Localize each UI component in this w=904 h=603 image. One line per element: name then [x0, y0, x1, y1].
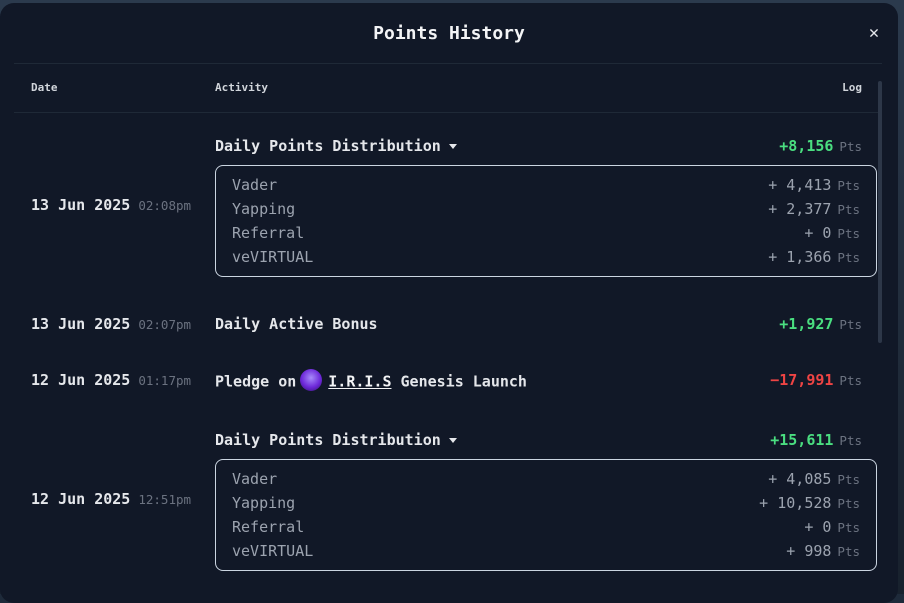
breakdown-value: + 1,366 Pts: [768, 248, 860, 266]
activity-label: Daily Points Distribution: [215, 137, 441, 155]
breakdown-item: Referral + 0 Pts: [232, 518, 860, 542]
breakdown-label: Vader: [232, 176, 278, 194]
unit-label: Pts: [839, 317, 862, 332]
breakdown-item: Yapping + 10,528 Pts: [232, 494, 860, 518]
breakdown-amount: + 4,085: [768, 470, 832, 488]
unit-label: Pts: [837, 544, 860, 559]
breakdown-item: Vader + 4,085 Pts: [232, 470, 860, 494]
breakdown-amount: + 998: [786, 542, 832, 560]
points-breakdown: Vader + 4,413 Pts Yapping + 2,377 Pts Refe…: [215, 165, 877, 277]
time-text: 01:17pm: [138, 373, 192, 388]
breakdown-value: + 0 Pts: [804, 518, 860, 536]
date-text: 13 Jun 2025: [31, 196, 131, 214]
log-value: +15,611 Pts: [770, 431, 862, 449]
modal-title: Points History: [373, 23, 525, 44]
activity-label: Pledge on I.R.I.S Genesis Launch: [215, 369, 527, 393]
breakdown-label: Vader: [232, 470, 278, 488]
points-history-modal: Points History ✕ Date Activity Log Daily…: [0, 3, 898, 603]
breakdown-amount: + 2,377: [768, 200, 832, 218]
points-breakdown: Vader + 4,085 Pts Yapping + 10,528 Pts Ref…: [215, 459, 877, 571]
unit-label: Pts: [837, 226, 860, 241]
breakdown-item: Vader + 4,413 Pts: [232, 176, 860, 200]
breakdown-amount: + 0: [804, 518, 832, 536]
breakdown-value: + 4,085 Pts: [768, 470, 860, 488]
log-value: +8,156 Pts: [779, 137, 862, 155]
iris-agent-icon: [300, 369, 323, 391]
breakdown-label: Referral: [232, 518, 305, 536]
breakdown-value: + 4,413 Pts: [768, 176, 860, 194]
breakdown-label: Yapping: [232, 200, 296, 218]
breakdown-item: veVIRTUAL + 998 Pts: [232, 542, 860, 566]
breakdown-item: veVIRTUAL + 1,366 Pts: [232, 248, 860, 272]
breakdown-item: Yapping + 2,377 Pts: [232, 200, 860, 224]
log-value: −17,991 Pts: [770, 371, 862, 389]
time-text: 12:51pm: [138, 492, 192, 507]
activity-dropdown[interactable]: Daily Points Distribution: [215, 137, 457, 155]
breakdown-amount: + 0: [804, 224, 832, 242]
breakdown-value: + 0 Pts: [804, 224, 860, 242]
agent-link[interactable]: I.R.I.S: [328, 373, 391, 391]
date-text: 12 Jun 2025: [31, 371, 131, 389]
close-icon[interactable]: ✕: [862, 21, 886, 45]
column-header-activity: Activity: [215, 81, 268, 94]
log-value: +1,927 Pts: [779, 315, 862, 333]
log-amount: +15,611: [770, 431, 834, 449]
entry-date: 13 Jun 2025 02:08pm: [31, 196, 191, 214]
breakdown-label: veVIRTUAL: [232, 542, 314, 560]
breakdown-amount: + 4,413: [768, 176, 832, 194]
unit-label: Pts: [837, 250, 860, 265]
entry-date: 13 Jun 2025 02:07pm: [31, 315, 191, 333]
breakdown-label: Referral: [232, 224, 305, 242]
breakdown-amount: + 10,528: [759, 494, 832, 512]
divider: [14, 63, 882, 64]
unit-label: Pts: [839, 433, 862, 448]
date-text: 12 Jun 2025: [31, 490, 131, 508]
log-amount: +1,927: [779, 315, 834, 333]
breakdown-value: + 998 Pts: [786, 542, 860, 560]
log-amount: +8,156: [779, 137, 834, 155]
activity-dropdown[interactable]: Daily Points Distribution: [215, 431, 457, 449]
breakdown-value: + 2,377 Pts: [768, 200, 860, 218]
unit-label: Pts: [837, 472, 860, 487]
log-amount: −17,991: [770, 371, 834, 389]
column-header-log: Log: [842, 81, 862, 94]
caret-down-icon: [448, 144, 457, 149]
entry-date: 12 Jun 2025 12:51pm: [31, 490, 191, 508]
unit-label: Pts: [837, 202, 860, 217]
activity-label: Daily Active Bonus: [215, 315, 378, 333]
date-text: 13 Jun 2025: [31, 315, 131, 333]
time-text: 02:07pm: [138, 317, 192, 332]
activity-label: Daily Points Distribution: [215, 431, 441, 449]
time-text: 02:08pm: [138, 198, 192, 213]
scrollbar[interactable]: [878, 81, 882, 343]
unit-label: Pts: [837, 496, 860, 511]
breakdown-amount: + 1,366: [768, 248, 832, 266]
activity-suffix: Genesis Launch: [400, 372, 527, 391]
column-header-date: Date: [31, 81, 58, 94]
activity-prefix: Pledge on: [215, 372, 297, 391]
unit-label: Pts: [839, 139, 862, 154]
unit-label: Pts: [839, 373, 862, 388]
breakdown-label: Yapping: [232, 494, 296, 512]
caret-down-icon: [448, 438, 457, 443]
divider: [14, 112, 882, 113]
breakdown-label: veVIRTUAL: [232, 248, 314, 266]
unit-label: Pts: [837, 178, 860, 193]
breakdown-value: + 10,528 Pts: [759, 494, 860, 512]
entry-date: 12 Jun 2025 01:17pm: [31, 371, 191, 389]
breakdown-item: Referral + 0 Pts: [232, 224, 860, 248]
unit-label: Pts: [837, 520, 860, 535]
